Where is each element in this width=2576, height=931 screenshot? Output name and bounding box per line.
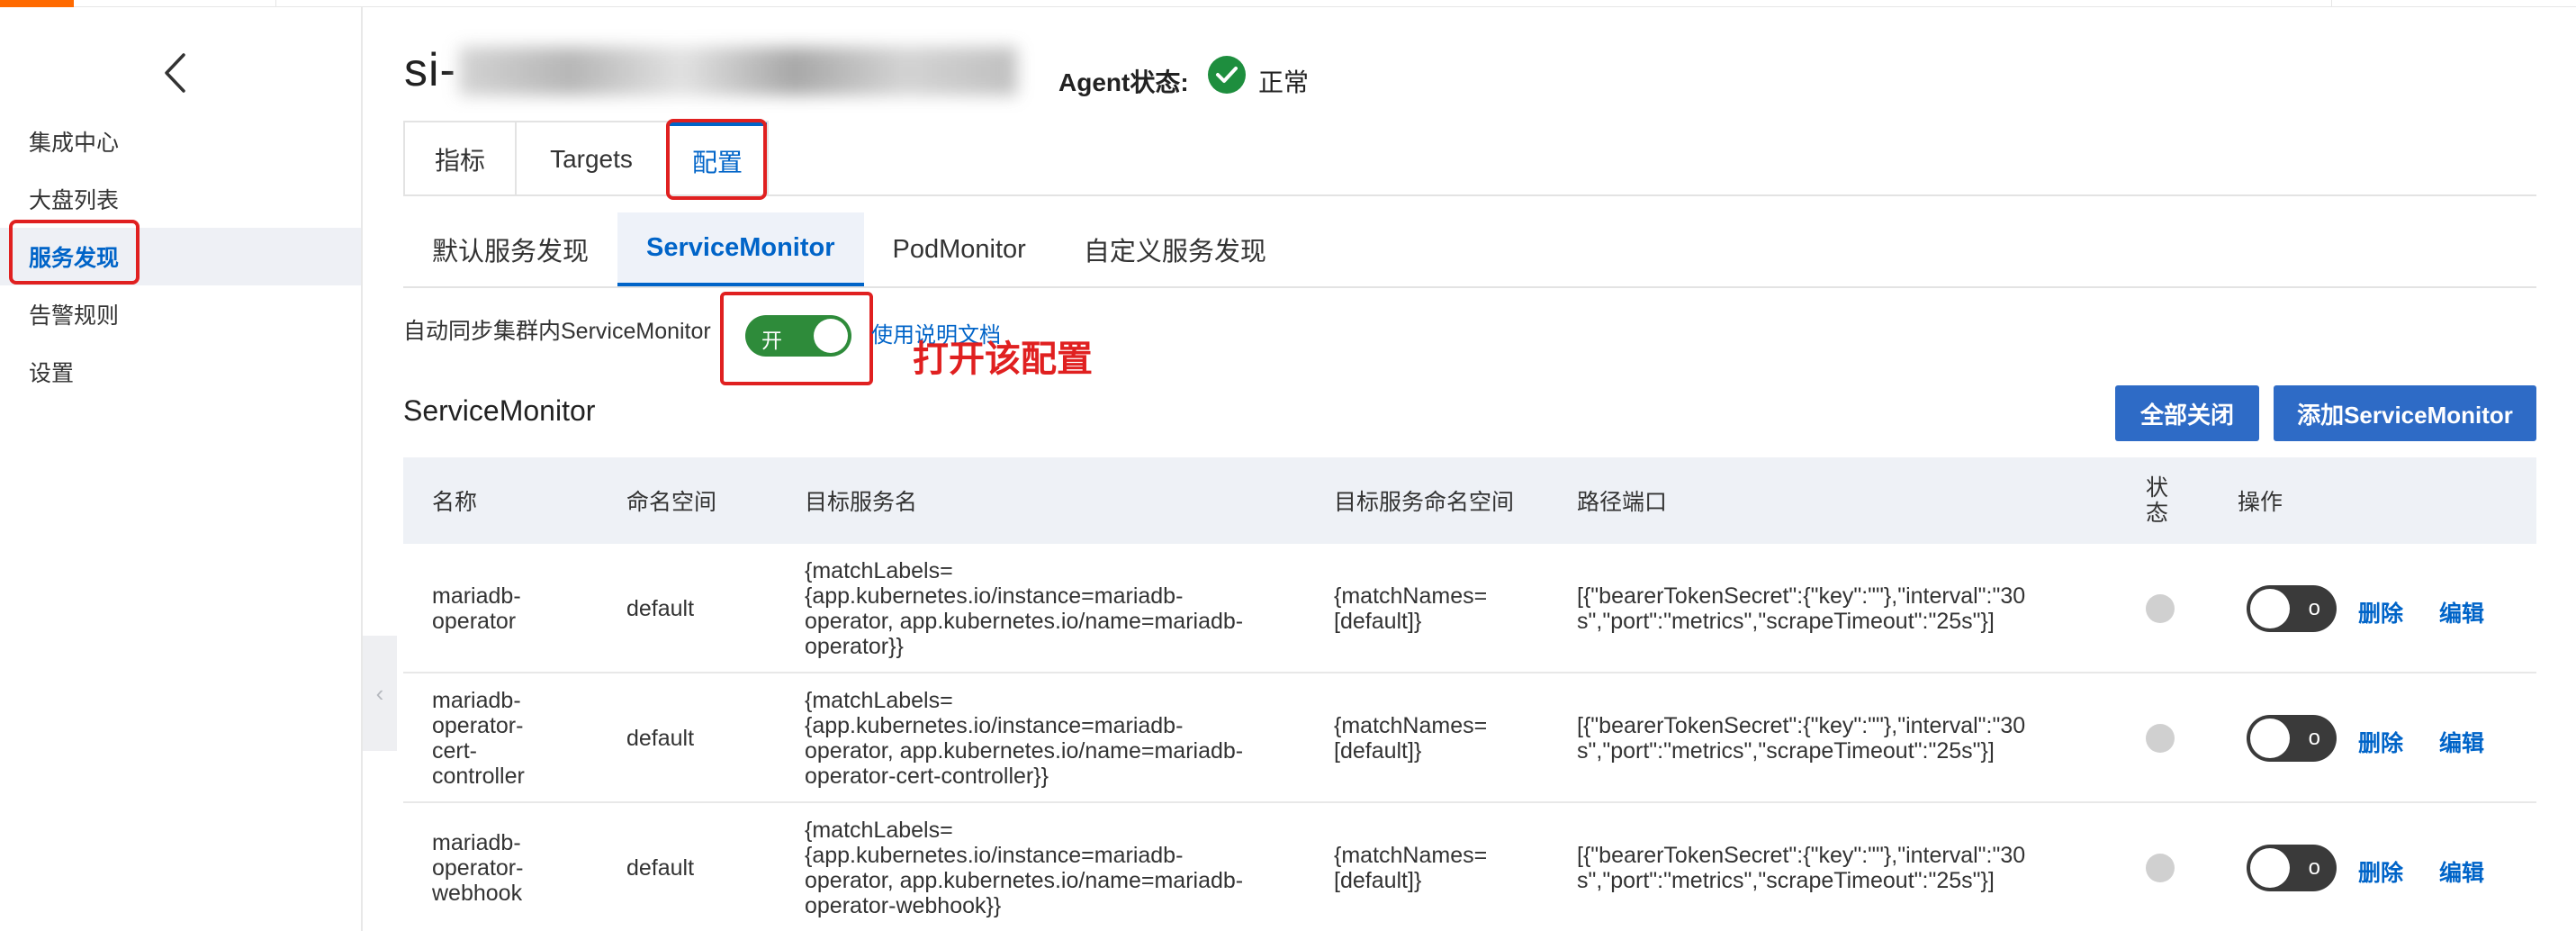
page-title: si- (404, 44, 456, 96)
status-dot (2146, 724, 2175, 753)
status-dot (2146, 594, 2175, 623)
top-divider (2331, 0, 2332, 7)
cell-namespace: default (626, 855, 695, 881)
cell-target-namespace: {matchNames= [default]} (1334, 843, 1488, 893)
cell-target-namespace: {matchNames= [default]} (1334, 713, 1488, 764)
toggle-text: o (2308, 855, 2320, 880)
column-header: 目标服务命名空间 (1334, 490, 1515, 515)
table-header: 名称 命名空间 目标服务名 目标服务命名空间 路径端口 状 态 操作 (403, 457, 2536, 544)
sub-tabs: 默认服务发现 ServiceMonitor PodMonitor 自定义服务发现 (403, 212, 1295, 286)
tab-metrics[interactable]: 指标 (405, 122, 517, 196)
toggle-text: o (2308, 596, 2320, 620)
toggle-text: o (2308, 726, 2320, 750)
cell-name: mariadb- operator (432, 583, 521, 634)
column-header: 路径端口 (1577, 490, 1668, 515)
agent-status-value: 正常 (1258, 68, 1310, 96)
cell-target: {matchLabels= {app.kubernetes.io/instanc… (805, 558, 1244, 659)
column-header: 命名空间 (626, 490, 717, 515)
edit-link[interactable]: 编辑 (2439, 726, 2484, 758)
divider (403, 286, 2536, 288)
chevron-left-icon: ‹ (375, 679, 384, 707)
sidebar-item-settings[interactable]: 设置 (0, 343, 361, 401)
back-button[interactable] (157, 49, 193, 97)
sidebar-item-alert-rules[interactable]: 告警规则 (0, 285, 361, 343)
tab-servicemonitor[interactable]: ServiceMonitor (617, 212, 864, 286)
toggle-knob (2250, 848, 2290, 888)
cell-target: {matchLabels= {app.kubernetes.io/instanc… (805, 818, 1244, 918)
table-row: mariadb- operator- cert- controller defa… (403, 673, 2536, 803)
collapse-handle[interactable]: ‹ (363, 636, 397, 751)
delete-link[interactable]: 删除 (2358, 855, 2403, 888)
edit-link[interactable]: 编辑 (2439, 596, 2484, 628)
chevron-left-icon (165, 53, 185, 93)
add-servicemonitor-button[interactable]: 添加ServiceMonitor (2274, 385, 2536, 441)
sidebar: 集成中心 大盘列表 服务发现 告警规则 设置 (0, 7, 363, 931)
top-bar (0, 0, 2576, 7)
sidebar-item-integration[interactable]: 集成中心 (0, 113, 361, 170)
cell-name: mariadb- operator- webhook (432, 830, 524, 906)
highlight-box (720, 292, 873, 385)
column-header: 名称 (432, 490, 478, 515)
check-circle-icon (1208, 56, 1246, 94)
redacted-title (459, 47, 1017, 95)
section-title: ServiceMonitor (403, 394, 596, 427)
top-divider (275, 0, 276, 7)
table-row: mariadb- operator- webhook default {matc… (403, 803, 2536, 931)
highlight-box (9, 220, 140, 285)
toggle-knob (2250, 719, 2290, 758)
auto-sync-label: 自动同步集群内ServiceMonitor (403, 319, 711, 344)
annotation-text: 打开该配置 (913, 339, 1093, 379)
status-dot (2146, 854, 2175, 882)
row-toggle[interactable]: o (2247, 845, 2337, 891)
edit-link[interactable]: 编辑 (2439, 855, 2484, 888)
column-header: 操作 (2238, 490, 2283, 515)
agent-status-label: Agent状态: (1058, 68, 1189, 96)
delete-link[interactable]: 删除 (2358, 726, 2403, 758)
row-toggle[interactable]: o (2247, 585, 2337, 632)
cell-path-port: [{"bearerTokenSecret":{"key":""},"interv… (1577, 583, 2026, 634)
column-header: 状 态 (2146, 475, 2169, 526)
highlight-box (666, 119, 767, 200)
tab-custom-discovery[interactable]: 自定义服务发现 (1055, 212, 1295, 286)
cell-name: mariadb- operator- cert- controller (432, 688, 525, 789)
tab-targets[interactable]: Targets (517, 122, 668, 196)
tab-default-discovery[interactable]: 默认服务发现 (403, 212, 617, 286)
close-all-button[interactable]: 全部关闭 (2115, 385, 2259, 441)
cell-namespace: default (626, 596, 695, 621)
cell-namespace: default (626, 726, 695, 751)
cell-path-port: [{"bearerTokenSecret":{"key":""},"interv… (1577, 843, 2026, 893)
delete-link[interactable]: 删除 (2358, 596, 2403, 628)
table-row: mariadb- operator default {matchLabels= … (403, 544, 2536, 673)
column-header: 目标服务名 (805, 490, 918, 515)
toggle-knob (2250, 589, 2290, 628)
brand-accent (0, 0, 74, 7)
cell-target: {matchLabels= {app.kubernetes.io/instanc… (805, 688, 1244, 789)
cell-path-port: [{"bearerTokenSecret":{"key":""},"interv… (1577, 713, 2026, 764)
row-toggle[interactable]: o (2247, 715, 2337, 762)
cell-target-namespace: {matchNames= [default]} (1334, 583, 1488, 634)
tab-podmonitor[interactable]: PodMonitor (864, 212, 1055, 286)
